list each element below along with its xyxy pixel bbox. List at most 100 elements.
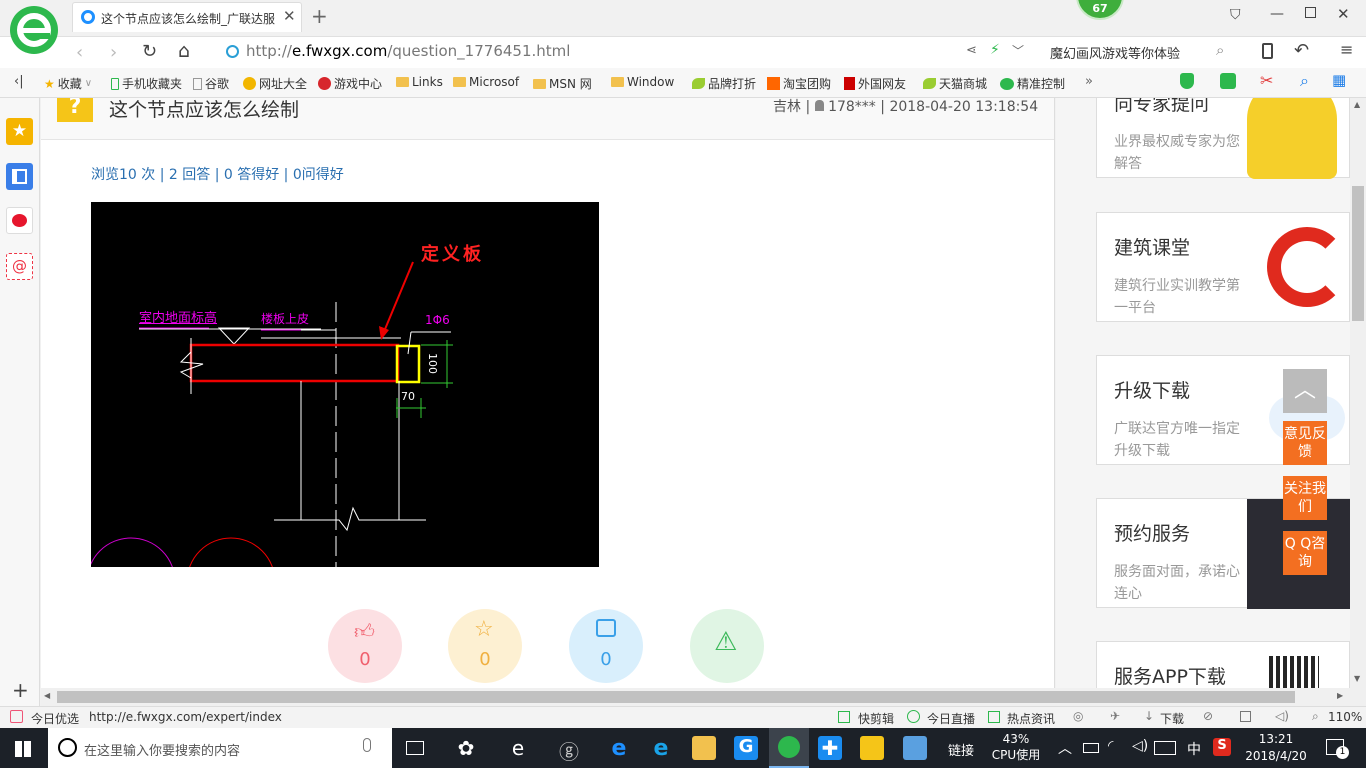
fav-google[interactable]: 谷歌 bbox=[193, 75, 229, 92]
fav-precise[interactable]: 精准控制 bbox=[1000, 75, 1065, 92]
tab-close-icon[interactable]: ✕ bbox=[283, 7, 296, 25]
volume-icon[interactable]: ◁) bbox=[1132, 738, 1148, 754]
shield-icon[interactable] bbox=[1180, 73, 1194, 89]
fan-app-icon[interactable]: ✿ bbox=[454, 736, 478, 760]
forward-button[interactable]: › bbox=[110, 42, 117, 63]
scissors-icon[interactable]: ✂ bbox=[1260, 71, 1273, 90]
collapse-sidebar-icon[interactable]: ‹| bbox=[14, 74, 24, 89]
briefcase-app-icon[interactable] bbox=[903, 736, 927, 760]
scroll-down-icon[interactable]: ▼ bbox=[1354, 674, 1360, 683]
restore-button[interactable] bbox=[1305, 7, 1316, 18]
close-button[interactable]: ✕ bbox=[1337, 5, 1350, 23]
fav-links[interactable]: Links bbox=[396, 75, 443, 89]
badge[interactable]: 67 bbox=[1076, 0, 1124, 20]
vertical-scrollbar[interactable]: ▲ ▼ bbox=[1350, 98, 1366, 688]
card-building-class[interactable]: 建筑课堂 建筑行业实训教学第一平台 bbox=[1096, 212, 1350, 322]
download-link[interactable]: 下载 bbox=[1160, 710, 1184, 727]
search-box[interactable]: 魔幻画风游戏等你体验 bbox=[1050, 43, 1180, 62]
share-button[interactable]: 0 bbox=[569, 609, 643, 683]
live-link[interactable]: 今日直播 bbox=[927, 710, 975, 727]
trash-icon[interactable]: ⊘ bbox=[1203, 709, 1213, 723]
question-stats[interactable]: 浏览10 次 | 2 回答 | 0 答得好 | 0问得好 bbox=[91, 164, 344, 184]
shirt-icon[interactable]: ⛉ bbox=[1230, 7, 1241, 23]
fav-tmall[interactable]: 天猫商城 bbox=[923, 75, 987, 92]
favorites-star-icon[interactable]: ★ bbox=[6, 118, 33, 145]
clock[interactable]: 13:21 2018/4/20 bbox=[1240, 731, 1312, 765]
zoom-level[interactable]: 110% bbox=[1328, 710, 1362, 724]
minimize-button[interactable]: — bbox=[1270, 6, 1284, 22]
question-user[interactable]: 178*** bbox=[828, 99, 876, 115]
feed-icon[interactable] bbox=[6, 163, 33, 190]
card-ask-expert[interactable]: 向专家提问 业界最权威专家为您解答 bbox=[1096, 98, 1350, 179]
browser-tab[interactable]: 这个节点应该怎么绘制_广联达服 ✕ bbox=[72, 2, 302, 32]
fav-brand[interactable]: 品牌打折 bbox=[692, 75, 756, 92]
follow-button[interactable]: 关注我们 bbox=[1283, 476, 1327, 520]
undo-icon[interactable]: ↶ bbox=[1294, 40, 1309, 61]
fav-windows[interactable]: Window bbox=[611, 75, 674, 89]
notes-app-icon[interactable] bbox=[860, 736, 884, 760]
windows-start-icon[interactable] bbox=[15, 741, 31, 757]
browser-logo-icon[interactable] bbox=[10, 6, 58, 54]
fav-games[interactable]: 游戏中心 bbox=[318, 75, 382, 92]
scroll-right-icon[interactable]: ▶ bbox=[1337, 691, 1343, 700]
menu-icon[interactable]: ≡ bbox=[1340, 40, 1353, 59]
volume-icon[interactable]: ◁) bbox=[1275, 709, 1289, 723]
translate-icon[interactable] bbox=[1220, 73, 1236, 89]
back-button[interactable]: ‹ bbox=[76, 42, 83, 63]
address-bar[interactable]: http://e.fwxgx.com/question_1776451.html bbox=[220, 39, 960, 65]
weibo-icon[interactable] bbox=[6, 207, 33, 234]
fav-microsoft[interactable]: Microsof bbox=[453, 75, 519, 89]
fav-taobao[interactable]: 淘宝团购 bbox=[767, 75, 831, 92]
today-picks[interactable]: 今日优选 bbox=[31, 710, 79, 727]
window-icon[interactable] bbox=[1240, 711, 1251, 722]
lightning-icon[interactable]: ⚡ bbox=[990, 42, 1000, 58]
file-explorer-icon[interactable] bbox=[692, 736, 716, 760]
feedback-button[interactable]: 意见反馈 bbox=[1283, 421, 1327, 465]
ie-icon[interactable]: e bbox=[649, 736, 673, 761]
fav-urls[interactable]: 网址大全 bbox=[243, 75, 307, 92]
ime-indicator[interactable]: 中 bbox=[1187, 739, 1201, 759]
scroll-thumb[interactable] bbox=[57, 691, 1295, 703]
refresh-button[interactable]: ↻ bbox=[142, 41, 157, 62]
task-view-icon[interactable] bbox=[406, 741, 424, 755]
horizontal-scrollbar[interactable]: ◀ ▶ bbox=[41, 688, 1366, 706]
report-button[interactable]: ⚠ bbox=[690, 609, 764, 683]
keyboard-icon[interactable] bbox=[1154, 741, 1176, 755]
fav-foreign[interactable]: 外国网友 bbox=[844, 75, 906, 92]
mail-icon[interactable]: @ bbox=[6, 253, 33, 280]
tray-expand-icon[interactable]: ︿ bbox=[1058, 738, 1072, 758]
phone-icon[interactable] bbox=[1262, 43, 1273, 59]
search-icon[interactable]: ⌕ bbox=[1300, 71, 1309, 91]
card-app-download[interactable]: 服务APP下载 bbox=[1096, 641, 1350, 688]
scroll-thumb[interactable] bbox=[1352, 186, 1364, 321]
microphone-icon[interactable] bbox=[363, 738, 371, 752]
fav-collect[interactable]: ★ 收藏 ∨ bbox=[44, 75, 92, 92]
pin-icon[interactable]: ✈ bbox=[1110, 709, 1120, 723]
notification-center-icon[interactable]: 1 bbox=[1326, 739, 1349, 759]
active-browser-task[interactable] bbox=[769, 728, 809, 768]
address-url[interactable]: http://e.fwxgx.com/question_1776451.html bbox=[246, 42, 570, 60]
fav-mobile[interactable]: 手机收藏夹 bbox=[111, 75, 182, 92]
plus-app-icon[interactable]: ✚ bbox=[818, 736, 842, 760]
speed-icon[interactable]: ◎ bbox=[1073, 709, 1083, 723]
grid-icon[interactable]: ▦ bbox=[1332, 71, 1346, 89]
edge-legacy-icon[interactable]: e bbox=[506, 736, 530, 760]
scroll-up-icon[interactable]: ▲ bbox=[1354, 100, 1360, 109]
wifi-icon[interactable]: ◜ bbox=[1108, 738, 1113, 754]
taskbar-search[interactable]: 在这里输入你要搜索的内容 bbox=[48, 728, 392, 768]
links-toolbar[interactable]: 链接 bbox=[948, 740, 974, 759]
edge-icon[interactable]: e bbox=[607, 736, 631, 761]
new-tab-button[interactable]: + bbox=[311, 4, 328, 28]
more-favorites-icon[interactable]: » bbox=[1085, 74, 1093, 89]
chevron-down-icon[interactable]: ﹀ bbox=[1012, 42, 1024, 59]
share-icon[interactable]: ⋖ bbox=[966, 43, 977, 58]
like-button[interactable]: 👍︎ 0 bbox=[328, 609, 402, 683]
g-app-icon[interactable]: G bbox=[734, 736, 758, 760]
favorite-button[interactable]: ☆ 0 bbox=[448, 609, 522, 683]
spiral-app-icon[interactable]: ⓖ bbox=[557, 736, 581, 764]
fav-msn[interactable]: MSN 网 bbox=[533, 75, 592, 92]
news-link[interactable]: 热点资讯 bbox=[1007, 710, 1055, 727]
search-icon[interactable]: ⌕ bbox=[1216, 41, 1224, 59]
add-sidebar-icon[interactable]: + bbox=[12, 678, 29, 702]
back-to-top-button[interactable]: ︿ bbox=[1283, 369, 1327, 413]
